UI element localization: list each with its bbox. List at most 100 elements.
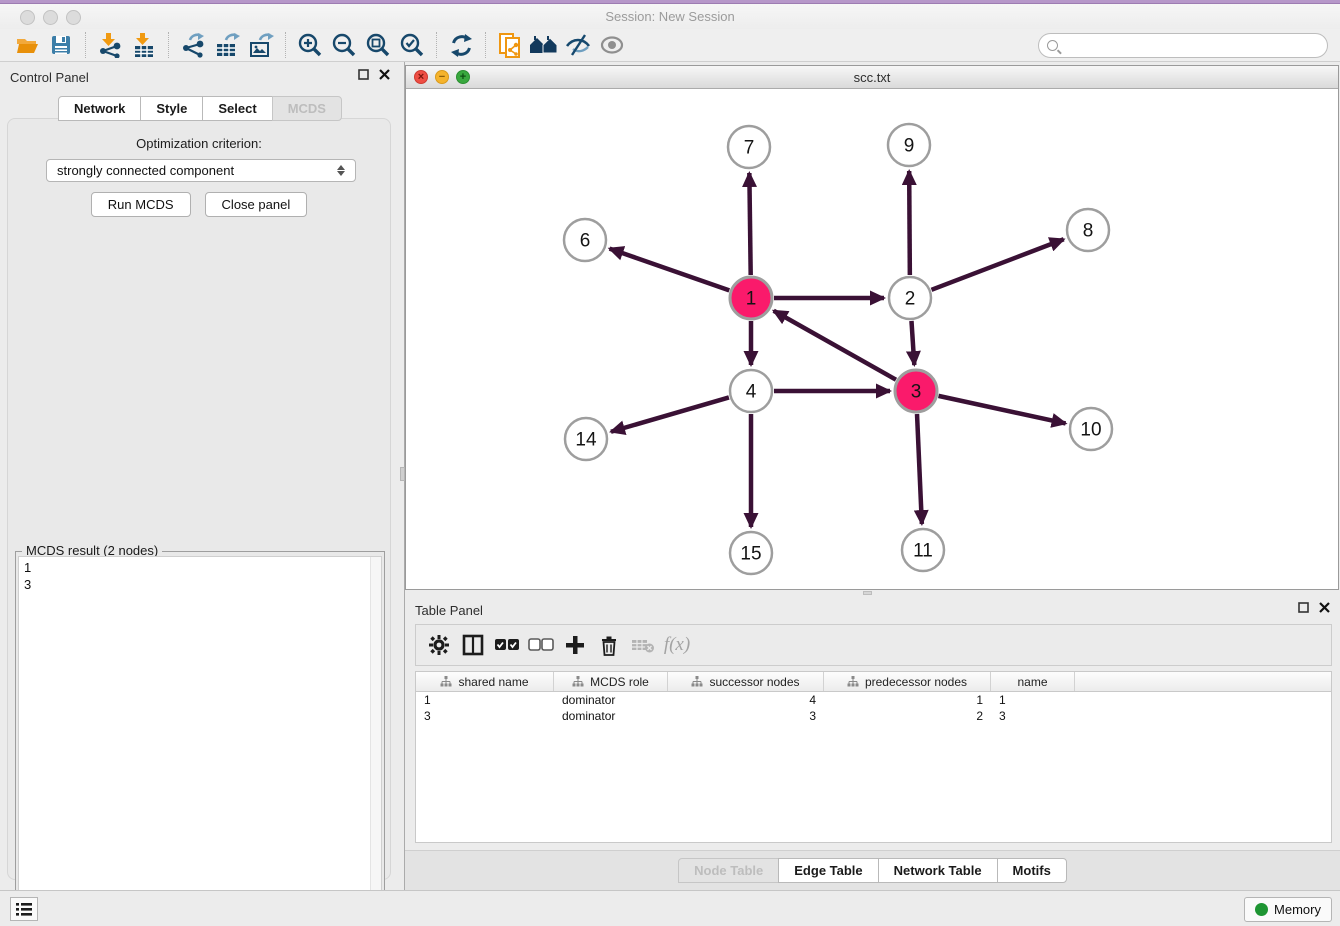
tab-node-table[interactable]: Node Table: [678, 858, 779, 883]
graph-edge-2-8[interactable]: [931, 239, 1063, 290]
deselect-all-button[interactable]: [526, 630, 556, 660]
export-table-button[interactable]: [210, 30, 244, 60]
eye-icon: [599, 33, 625, 57]
close-window-button[interactable]: [20, 10, 35, 25]
table-row[interactable]: 3dominator323: [416, 708, 1331, 724]
table-cell[interactable]: dominator: [554, 692, 668, 708]
home-button[interactable]: [527, 30, 561, 60]
network-file-icon: [497, 32, 524, 59]
zoom-selected-icon: [399, 32, 425, 58]
table-cell[interactable]: 1: [824, 692, 991, 708]
graph-edge-4-14[interactable]: [611, 397, 729, 431]
search-field[interactable]: [1038, 33, 1328, 58]
network-canvas[interactable]: 7968124314101511: [406, 89, 1338, 589]
table-cell[interactable]: 1: [416, 692, 554, 708]
graph-edge-2-3[interactable]: [911, 321, 914, 365]
close-panel-icon[interactable]: [379, 69, 390, 80]
table-cell[interactable]: 3: [991, 708, 1075, 724]
column-header-name[interactable]: name: [991, 672, 1075, 691]
column-header-shared-name[interactable]: shared name: [416, 672, 554, 691]
column-label: shared name: [458, 675, 528, 689]
float-panel-icon[interactable]: [1298, 602, 1309, 613]
graph-edge-3-11[interactable]: [917, 414, 922, 524]
delete-table-button[interactable]: [628, 630, 658, 660]
graph-node-label-7: 7: [744, 138, 755, 159]
show-graphics-button[interactable]: [595, 30, 629, 60]
column-header-successor-nodes[interactable]: successor nodes: [668, 672, 824, 691]
graph-node-label-6: 6: [580, 231, 591, 252]
main-toolbar: [0, 29, 1340, 62]
graph-edge-2-9[interactable]: [909, 171, 910, 275]
table-cell[interactable]: 3: [668, 708, 824, 724]
delete-column-button[interactable]: [594, 630, 624, 660]
tab-network[interactable]: Network: [58, 96, 141, 121]
hide-panels-button[interactable]: [561, 30, 595, 60]
create-column-button[interactable]: [560, 630, 590, 660]
graph-edge-3-1[interactable]: [774, 311, 896, 380]
eye-slash-icon: [565, 33, 591, 57]
show-column-button[interactable]: [458, 630, 488, 660]
minimize-window-button[interactable]: [43, 10, 58, 25]
gear-icon: [428, 634, 450, 656]
function-builder-button[interactable]: f(x): [662, 630, 692, 660]
mcds-result-text[interactable]: 13: [18, 556, 382, 926]
table-cell[interactable]: 4: [668, 692, 824, 708]
export-image-button[interactable]: [244, 30, 278, 60]
control-panel-title: Control Panel: [10, 70, 89, 85]
network-minimize-button[interactable]: −: [435, 70, 449, 84]
table-cell[interactable]: 1: [991, 692, 1075, 708]
import-table-button[interactable]: [127, 30, 161, 60]
column-header-MCDS-role[interactable]: MCDS role: [554, 672, 668, 691]
zoom-in-button[interactable]: [293, 30, 327, 60]
column-header-predecessor-nodes[interactable]: predecessor nodes: [824, 672, 991, 691]
apply-layout-button[interactable]: [444, 30, 478, 60]
titlebar: Session: New Session: [0, 4, 1340, 29]
table-cell[interactable]: 2: [824, 708, 991, 724]
import-network-button[interactable]: [93, 30, 127, 60]
close-panel-icon[interactable]: [1319, 602, 1330, 613]
table-panel-title: Table Panel: [415, 603, 483, 618]
run-mcds-button[interactable]: Run MCDS: [91, 192, 191, 217]
network-close-button[interactable]: ×: [414, 70, 428, 84]
tab-style[interactable]: Style: [140, 96, 203, 121]
network-window-titlebar[interactable]: × − + scc.txt: [406, 66, 1338, 89]
tab-mcds[interactable]: MCDS: [272, 96, 342, 121]
network-file-button[interactable]: [493, 30, 527, 60]
tab-motifs[interactable]: Motifs: [997, 858, 1067, 883]
zoom-selected-button[interactable]: [395, 30, 429, 60]
network-graph[interactable]: 7968124314101511: [406, 89, 1338, 589]
graph-edge-3-10[interactable]: [938, 396, 1065, 424]
criterion-select[interactable]: strongly connected component: [46, 159, 356, 182]
select-all-button[interactable]: [492, 630, 522, 660]
zoom-out-button[interactable]: [327, 30, 361, 60]
graph-node-label-15: 15: [740, 544, 761, 565]
tab-select[interactable]: Select: [202, 96, 272, 121]
table-cell[interactable]: 3: [416, 708, 554, 724]
control-panel-tabs: NetworkStyleSelectMCDS: [0, 96, 400, 121]
save-session-button[interactable]: [44, 30, 78, 60]
zoom-fit-button[interactable]: [361, 30, 395, 60]
tab-network-table[interactable]: Network Table: [878, 858, 998, 883]
float-panel-icon[interactable]: [358, 69, 369, 80]
table-header-row: shared name MCDS rolesuccessor nodesprede…: [416, 672, 1331, 692]
shared-column-icon: [572, 676, 584, 687]
open-session-button[interactable]: [10, 30, 44, 60]
graph-node-label-8: 8: [1083, 221, 1094, 242]
task-history-button[interactable]: [10, 897, 38, 921]
zoom-window-button[interactable]: [66, 10, 81, 25]
export-network-button[interactable]: [176, 30, 210, 60]
window-controls: [20, 10, 81, 25]
result-scrollbar[interactable]: [370, 557, 381, 926]
graph-edge-1-7[interactable]: [749, 173, 750, 275]
memory-button[interactable]: Memory: [1244, 897, 1332, 922]
mcds-result-line: 3: [24, 576, 376, 593]
table-options-button[interactable]: [424, 630, 454, 660]
graph-node-label-11: 11: [913, 541, 933, 562]
close-panel-button[interactable]: Close panel: [205, 192, 308, 217]
table-cell[interactable]: dominator: [554, 708, 668, 724]
tab-edge-table[interactable]: Edge Table: [778, 858, 878, 883]
network-maximize-button[interactable]: +: [456, 70, 470, 84]
graph-node-label-14: 14: [575, 430, 597, 451]
table-row[interactable]: 1dominator411: [416, 692, 1331, 708]
graph-edge-1-6[interactable]: [610, 249, 730, 291]
